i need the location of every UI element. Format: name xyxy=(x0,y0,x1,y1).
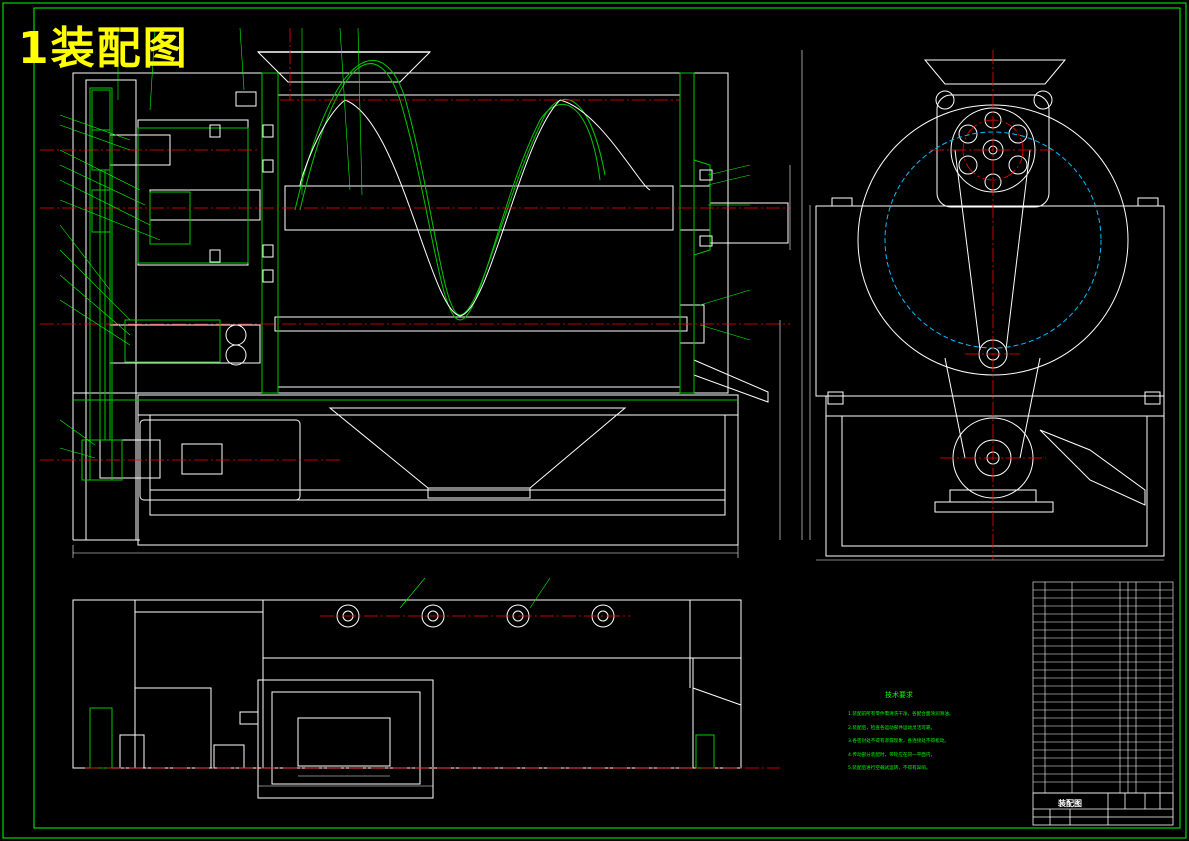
tech-requirement-item: 4.传动部分装配时，带轮应在同一平面内， xyxy=(848,752,936,758)
title-block-drawing-name: 装配图 xyxy=(1058,799,1082,808)
sheet-title: 1装配图 xyxy=(18,23,189,74)
tech-requirements-list: 1.装配前所有零件需清洗干净，各配合面涂润滑油。 2.装配后，检查各运动部件运动… xyxy=(848,708,1028,776)
tech-requirement-item: 2.装配后，检查各运动部件运动灵活可靠。 xyxy=(848,725,936,731)
tech-requirement-item: 1.装配前所有零件需清洗干净，各配合面涂润滑油。 xyxy=(848,712,954,717)
tech-requirement-item: 5.装配后进行空载试运转，不得有异响。 xyxy=(848,766,931,771)
tech-requirements-title: 技术要求 xyxy=(885,691,913,699)
tech-requirement-item: 3.各密封处不得有渗漏现象，各连接处不得松动。 xyxy=(848,739,949,744)
